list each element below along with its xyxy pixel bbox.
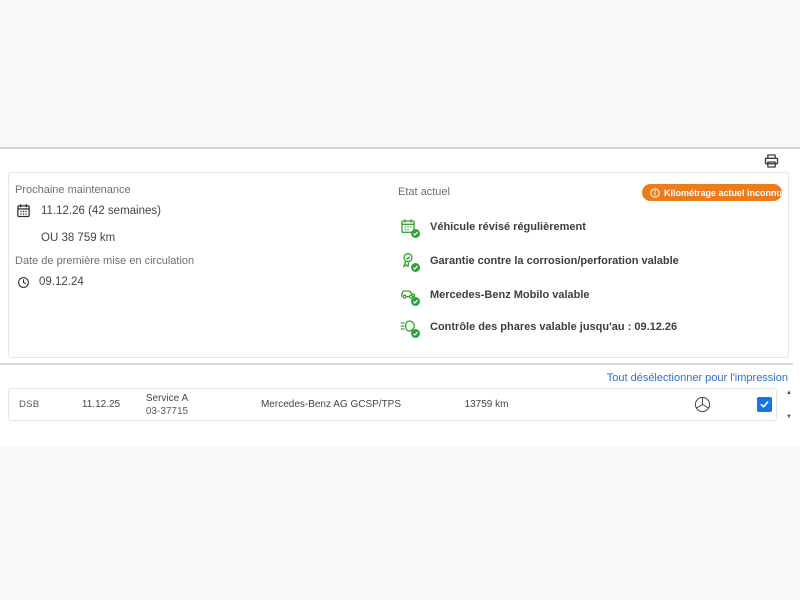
status-text: Contrôle des phares valable jusqu'au : 0… xyxy=(430,321,677,333)
first-registration-date: 09.12.24 xyxy=(39,276,84,288)
status-item-service: Véhicule révisé régulièrement xyxy=(400,216,586,238)
service-record-row[interactable]: DSB 11.12.25 Service A 03-37715 Mercedes… xyxy=(8,388,777,421)
headlight-check-icon xyxy=(400,318,418,336)
status-item-warranty: Garantie contre la corrosion/perforation… xyxy=(400,250,679,272)
next-maintenance-km: OU 38 759 km xyxy=(41,232,115,244)
status-text: Mercedes-Benz Mobilo valable xyxy=(430,289,590,301)
status-item-headlight: Contrôle des phares valable jusqu'au : 0… xyxy=(400,316,677,338)
warranty-seal-check-icon xyxy=(400,252,418,270)
top-divider xyxy=(0,147,800,149)
service-booklet-screen: Prochaine maintenance 11.12.26 (42 semai… xyxy=(0,0,800,600)
scroll-up-icon[interactable]: ▲ xyxy=(783,388,795,398)
current-state-label: Etat actuel xyxy=(398,186,450,198)
print-select-checkbox[interactable] xyxy=(757,397,772,412)
clock-icon xyxy=(17,276,30,294)
service-name-block: Service A 03-37715 xyxy=(127,389,207,420)
status-text: Garantie contre la corrosion/perforation… xyxy=(430,255,679,267)
status-item-mobilo: Mercedes-Benz Mobilo valable xyxy=(400,284,590,306)
calendar-check-icon xyxy=(400,218,418,236)
first-registration-label: Date de première mise en circulation xyxy=(15,255,194,267)
service-date: 11.12.25 xyxy=(71,389,131,420)
warning-badge-text: Kilométrage actuel inconnu. L'évalu ... xyxy=(664,188,782,198)
bottom-background-band xyxy=(0,447,800,600)
mercedes-star-icon xyxy=(694,396,711,413)
status-text: Véhicule révisé régulièrement xyxy=(430,221,586,233)
service-name: Service A xyxy=(146,392,188,405)
deselect-all-print-link[interactable]: Tout désélectionner pour l'impression xyxy=(607,372,788,384)
workshop-name: Mercedes-Benz AG GCSP/TPS xyxy=(241,389,421,420)
mileage-value: 13759 km xyxy=(439,389,534,420)
next-maintenance-date: 11.12.26 (42 semaines) xyxy=(41,205,161,217)
car-check-icon xyxy=(400,286,418,304)
printer-icon xyxy=(763,153,780,169)
calendar-icon xyxy=(16,203,31,218)
service-code: 03-37715 xyxy=(146,405,188,418)
print-button[interactable] xyxy=(759,150,783,172)
next-maintenance-label: Prochaine maintenance xyxy=(15,184,131,196)
scroll-down-icon[interactable]: ▼ xyxy=(783,412,795,422)
top-background-band xyxy=(0,0,800,147)
info-icon xyxy=(650,188,660,198)
booklet-type: DSB xyxy=(19,389,59,420)
mileage-warning-badge[interactable]: Kilométrage actuel inconnu. L'évalu ... xyxy=(642,184,782,201)
section-divider xyxy=(0,363,793,365)
